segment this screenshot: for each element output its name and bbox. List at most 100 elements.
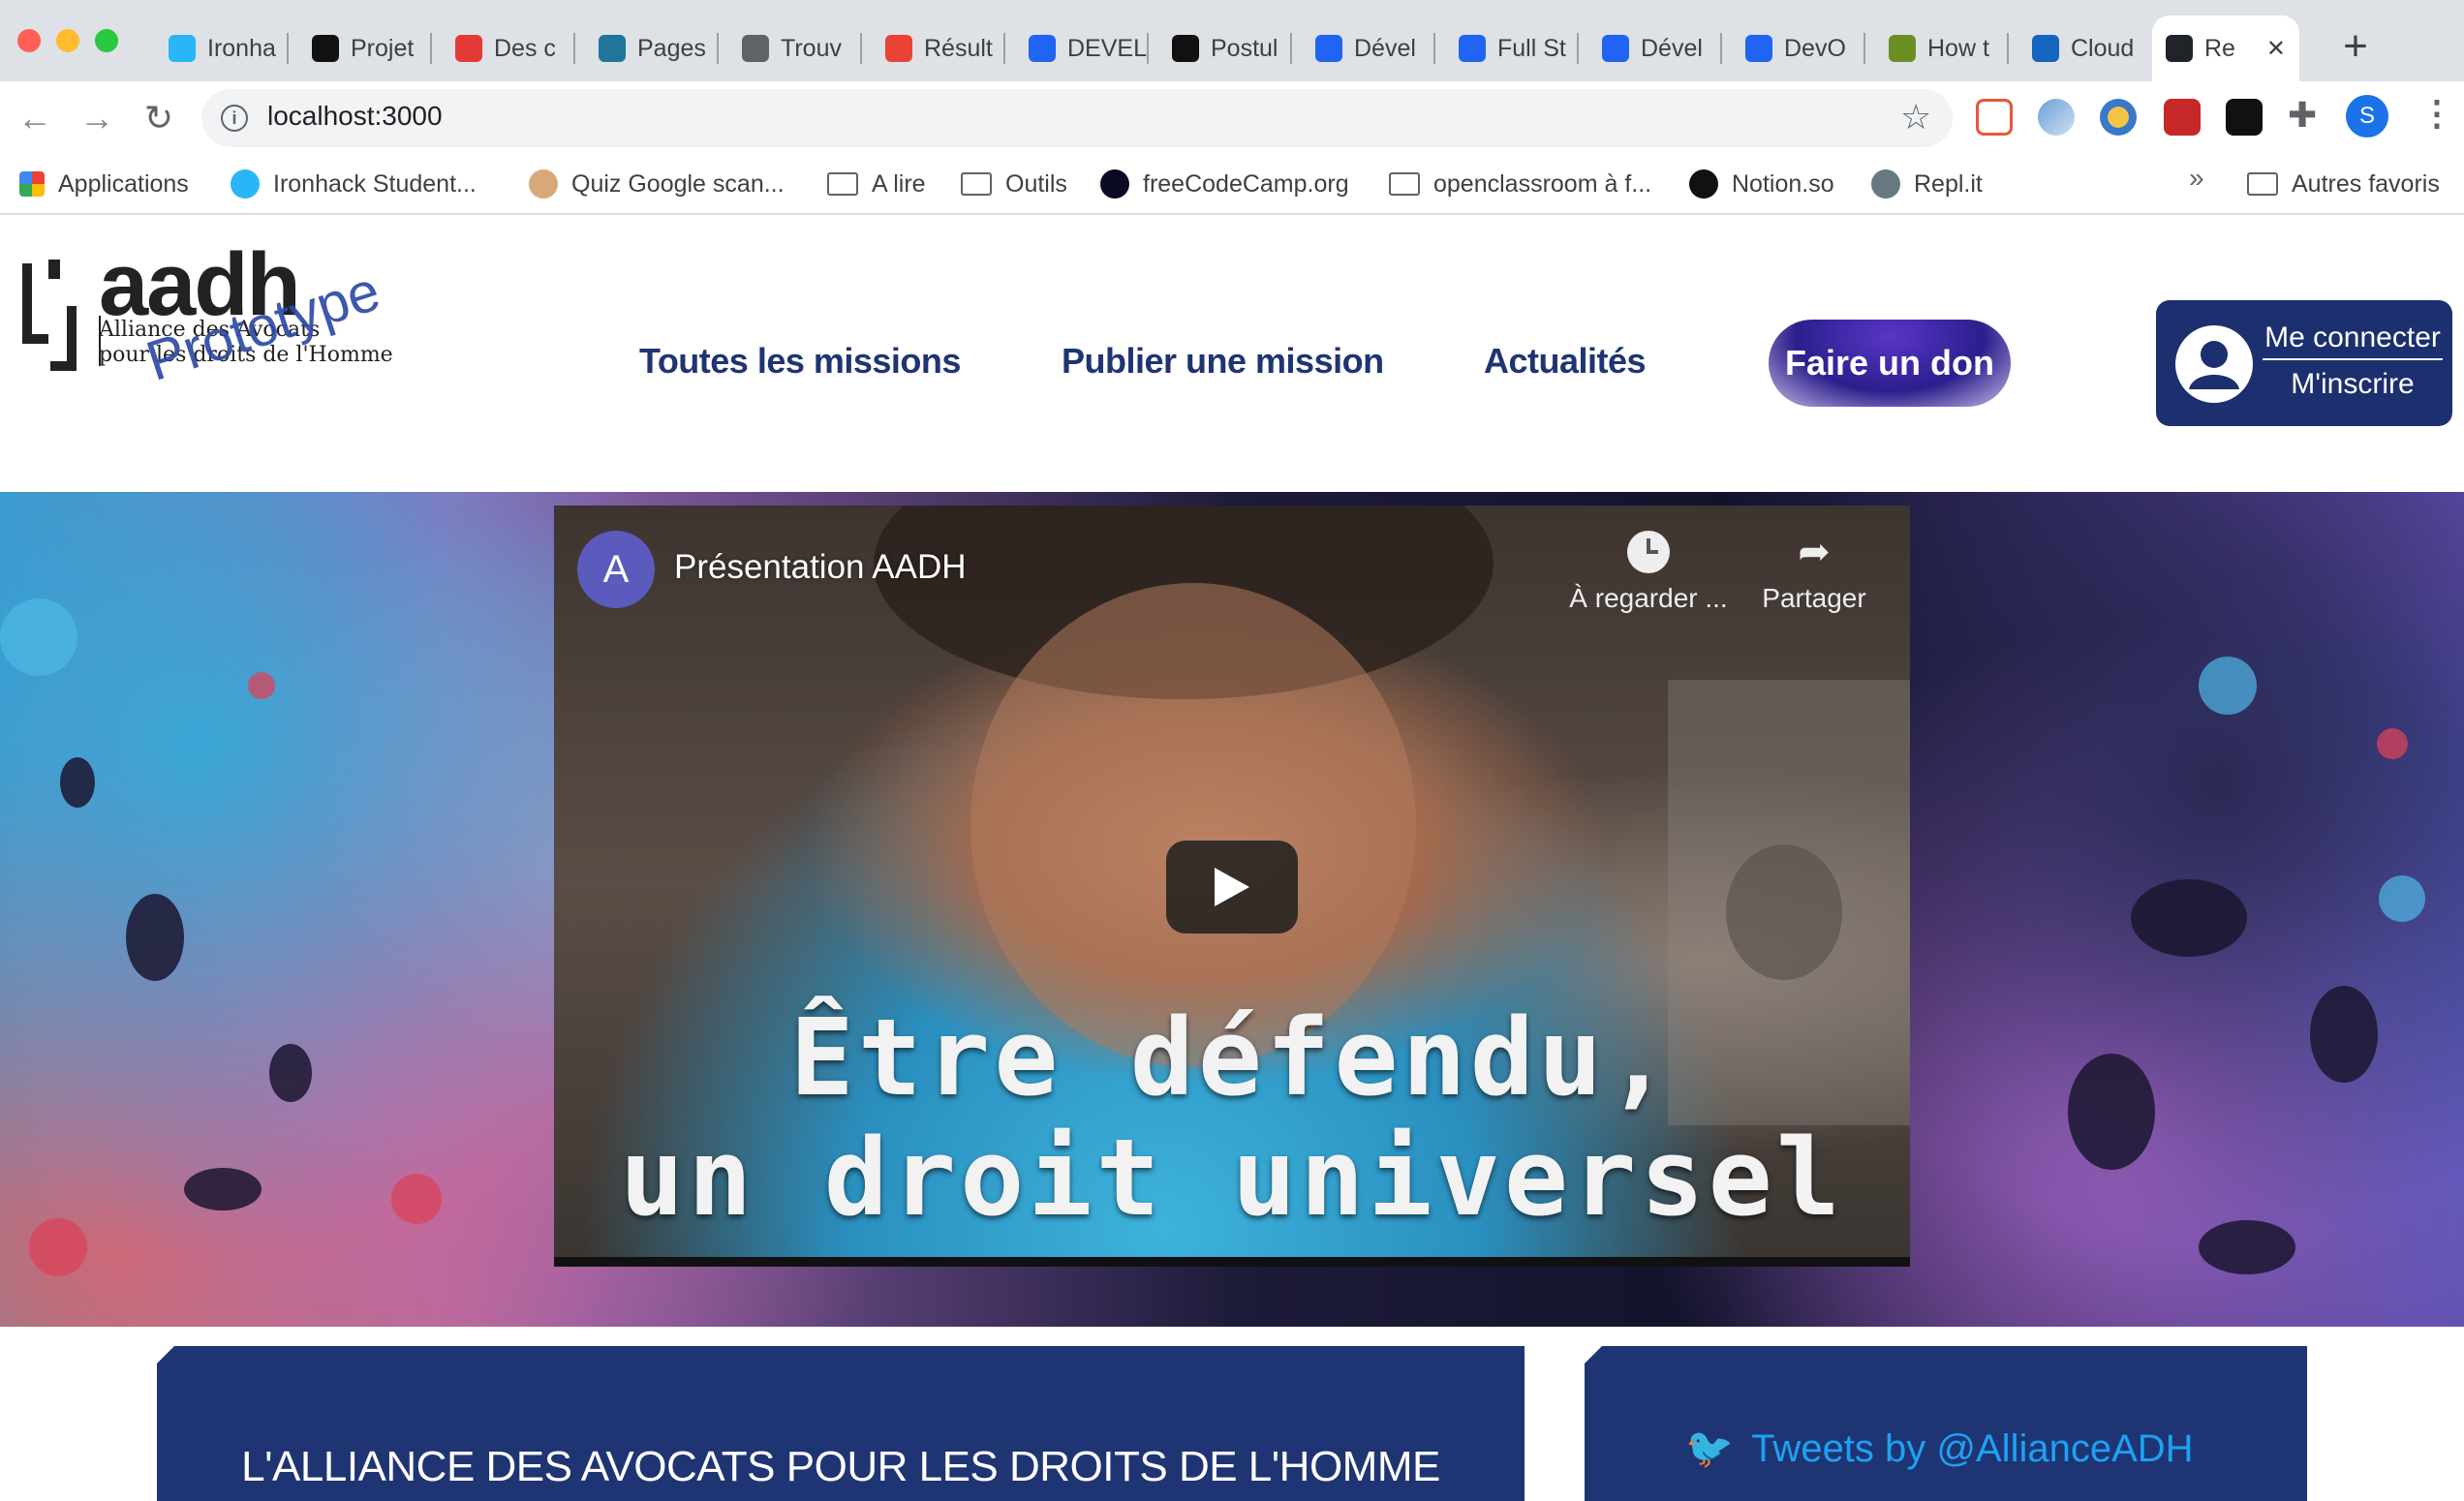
other-bookmarks-folder[interactable]: Autres favoris	[2247, 163, 2440, 205]
reload-button[interactable]: ↻	[136, 95, 182, 141]
bookmark-item[interactable]: A lire	[827, 163, 926, 205]
tab-title: Postul	[1211, 34, 1278, 62]
bookmark-item[interactable]: Quiz Google scan...	[529, 163, 785, 205]
bookmark-item[interactable]: freeCodeCamp.org	[1100, 163, 1349, 205]
site-info-icon[interactable]: i	[221, 105, 248, 132]
nav-news[interactable]: Actualités	[1484, 341, 1647, 382]
extension-red-icon[interactable]	[2164, 99, 2201, 136]
tweets-link[interactable]: 🐦 Tweets by @AllianceADH	[1685, 1425, 2194, 1471]
browser-tab[interactable]: Résult	[862, 15, 1005, 81]
folder-icon	[1389, 172, 1420, 196]
udemy-icon	[455, 35, 482, 62]
video-caption-line-2: un droit universel	[619, 1116, 1845, 1240]
login-link[interactable]: Me connecter	[2263, 322, 2443, 360]
channel-avatar[interactable]: A	[577, 531, 655, 608]
watch-later-button[interactable]: À regarder ...	[1561, 531, 1736, 614]
forward-button[interactable]: →	[74, 95, 120, 141]
tab-title: Re	[2204, 34, 2235, 62]
bookmark-label: Outils	[1005, 169, 1067, 198]
indeed-icon	[1315, 35, 1342, 62]
bookmarks-overflow-button[interactable]: »	[2189, 163, 2204, 194]
browser-menu-icon[interactable]: ⋮	[2419, 93, 2454, 134]
bookmark-label: Quiz Google scan...	[571, 169, 785, 198]
tab-title: Pages	[637, 34, 706, 62]
signup-link[interactable]: M'inscrire	[2263, 368, 2443, 401]
indeed-icon	[1745, 35, 1772, 62]
alliance-title: L'ALLIANCE DES AVOCATS POUR LES DROITS D…	[241, 1443, 1440, 1490]
bookmark-label: freeCodeCamp.org	[1143, 169, 1349, 198]
extension-moon-icon[interactable]	[2038, 99, 2075, 136]
zoom-window-button[interactable]	[95, 29, 118, 52]
extension-globe-icon[interactable]	[2100, 99, 2137, 136]
share-label: Partager	[1762, 583, 1866, 613]
profile-avatar[interactable]: S	[2346, 95, 2388, 138]
browser-tab[interactable]: How t	[1865, 15, 2009, 81]
indeed-icon	[1459, 35, 1486, 62]
extension-glasses-icon[interactable]	[2226, 99, 2263, 136]
extensions-puzzle-icon[interactable]: ✚	[2288, 95, 2317, 136]
close-tab-icon[interactable]: ✕	[2266, 35, 2286, 63]
browser-tab[interactable]: Ironha	[145, 15, 289, 81]
bookmark-item[interactable]: Applications	[19, 163, 189, 205]
tab-title: Projet	[351, 34, 415, 62]
leaf-icon	[1889, 35, 1916, 62]
tab-title: Trouv	[781, 34, 842, 62]
gmail-icon	[885, 35, 912, 62]
watch-later-label: À regarder ...	[1569, 583, 1728, 613]
bookmark-item[interactable]: Notion.so	[1689, 163, 1834, 205]
url-text[interactable]: localhost:3000	[267, 101, 443, 132]
other-bookmarks-label: Autres favoris	[2292, 169, 2440, 198]
back-button[interactable]: ←	[12, 95, 58, 141]
clock-icon	[1627, 531, 1670, 573]
bookmark-item[interactable]: Repl.it	[1871, 163, 1983, 205]
nav-all-missions[interactable]: Toutes les missions	[639, 341, 961, 382]
bookmark-item[interactable]: openclassroom à f...	[1389, 163, 1651, 205]
notion-icon	[312, 35, 339, 62]
donate-button[interactable]: Faire un don	[1769, 320, 2011, 407]
bookmark-label: openclassroom à f...	[1433, 169, 1652, 198]
ironhack-icon	[231, 169, 260, 199]
freecodecamp-icon	[1100, 169, 1129, 199]
browser-tab[interactable]: DevO	[1722, 15, 1865, 81]
tab-title: Dével	[1641, 34, 1703, 62]
tab-title: Des c	[494, 34, 556, 62]
nav-publish-mission[interactable]: Publier une mission	[1062, 341, 1384, 382]
browser-tab[interactable]: Pages	[575, 15, 719, 81]
bookmark-item[interactable]: Ironhack Student...	[231, 163, 477, 205]
user-avatar-icon	[2175, 325, 2253, 403]
video-title[interactable]: Présentation AADH	[674, 548, 967, 587]
browser-tab[interactable]: Postul	[1149, 15, 1292, 81]
bookmark-item[interactable]: Outils	[961, 163, 1067, 205]
tab-title: DevO	[1784, 34, 1846, 62]
bookmark-star-icon[interactable]: ☆	[1900, 97, 1931, 138]
wordpress-icon	[599, 35, 626, 62]
tweets-title: Tweets by @AllianceADH	[1751, 1427, 2194, 1470]
browser-tab[interactable]: Trouv	[719, 15, 862, 81]
browser-tab[interactable]: Projet	[289, 15, 432, 81]
browser-tab[interactable]: Des c	[432, 15, 575, 81]
browser-tab[interactable]: Cloud	[2009, 15, 2152, 81]
close-window-button[interactable]	[17, 29, 41, 52]
browser-tab[interactable]: Dével	[1579, 15, 1722, 81]
browser-tab[interactable]: Dével	[1292, 15, 1435, 81]
play-button[interactable]	[1166, 841, 1298, 934]
video-progress-track[interactable]	[554, 1257, 1910, 1267]
indeed-icon	[1029, 35, 1056, 62]
tab-title: Dével	[1354, 34, 1416, 62]
bookmark-label: Notion.so	[1732, 169, 1834, 198]
address-bar[interactable]	[201, 89, 1953, 147]
extension-tree-icon[interactable]	[1976, 99, 2013, 136]
tweets-card	[1585, 1346, 2307, 1501]
video-caption-line-1: Être défendu,	[789, 996, 1675, 1119]
card-corner-notch	[1585, 1346, 1602, 1363]
browser-tab[interactable]: Full St	[1435, 15, 1579, 81]
tab-title: Full St	[1497, 34, 1566, 62]
browser-tab[interactable]: DEVEL	[1005, 15, 1149, 81]
new-tab-button[interactable]: +	[2328, 19, 2383, 74]
share-button[interactable]: ➦ Partager	[1751, 531, 1877, 614]
play-icon	[1215, 868, 1249, 906]
aadh-logo[interactable]: aadh Alliance des Avocats pour les droit…	[14, 235, 420, 426]
hc-icon	[1172, 35, 1199, 62]
browser-tab[interactable]: Re ✕	[2152, 15, 2299, 81]
minimize-window-button[interactable]	[56, 29, 79, 52]
